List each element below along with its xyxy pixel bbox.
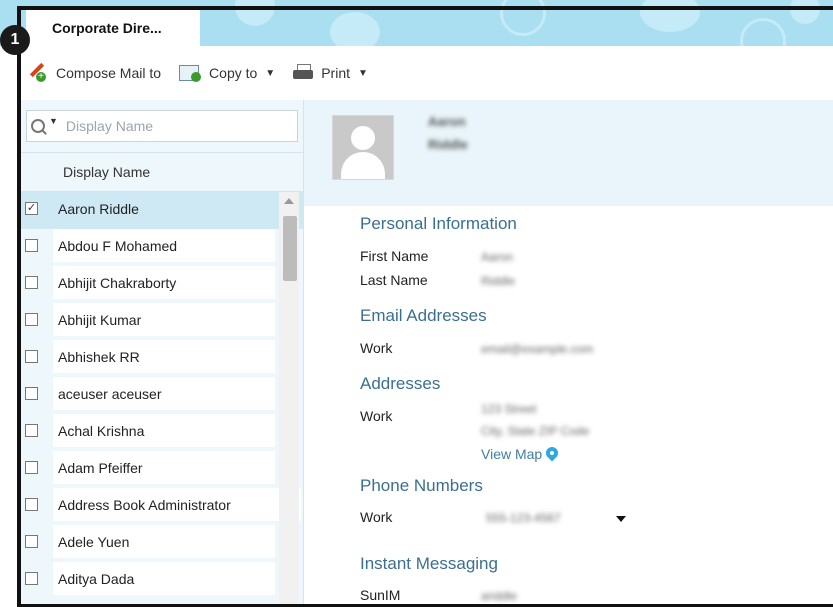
sunim-label: SunIM xyxy=(360,587,401,603)
callout-marker: 1 xyxy=(0,25,30,55)
compose-mail-label: Compose Mail to xyxy=(56,65,162,81)
contact-list-panel: ▼ Display Name ✓ Aaron Riddle Abdou F Moh… xyxy=(21,100,310,607)
section-title-email: Email Addresses xyxy=(360,306,487,325)
list-item-name: Aditya Dada xyxy=(53,562,275,595)
list-item-name: Aaron Riddle xyxy=(53,192,275,225)
row-checkbox[interactable]: ✓ xyxy=(25,202,38,215)
list-scrollbar[interactable] xyxy=(279,192,299,607)
list-item[interactable]: Address Book Administrator xyxy=(21,488,303,525)
row-checkbox[interactable] xyxy=(25,572,38,585)
avatar xyxy=(332,115,394,180)
printer-icon xyxy=(293,64,315,82)
list-item[interactable]: Abhijit Kumar xyxy=(21,303,303,340)
address-line-1: 123 Street xyxy=(481,402,537,416)
phone-options-dropdown-icon[interactable] xyxy=(616,516,626,522)
sunim-value: ariddle xyxy=(481,589,518,603)
map-pin-icon xyxy=(546,447,558,461)
row-checkbox[interactable] xyxy=(25,239,38,252)
scrollbar-thumb[interactable] xyxy=(283,216,297,281)
contact-list: ✓ Aaron Riddle Abdou F Mohamed Abhijit Ch… xyxy=(21,192,303,599)
copy-to-button[interactable]: Copy to ▼ xyxy=(179,64,275,82)
contact-last-name: Riddle xyxy=(428,137,468,152)
row-checkbox[interactable] xyxy=(25,313,38,326)
list-item[interactable]: Adele Yuen xyxy=(21,525,303,562)
contact-details: Personal Information First Name Aaron La… xyxy=(303,206,833,607)
list-item[interactable]: aceuser aceuser xyxy=(21,377,303,414)
list-item[interactable]: ✓ Aaron Riddle xyxy=(21,192,303,229)
view-map-label: View Map xyxy=(481,446,543,462)
last-name-value: Riddle xyxy=(481,274,516,288)
print-label: Print xyxy=(321,65,350,81)
chevron-down-icon: ▼ xyxy=(265,67,276,79)
person-icon xyxy=(351,126,375,150)
first-name-value: Aaron xyxy=(481,250,514,264)
list-item-name: Achal Krishna xyxy=(53,414,275,447)
row-checkbox[interactable] xyxy=(25,461,38,474)
compose-mail-button[interactable]: + Compose Mail to xyxy=(28,62,162,82)
list-item[interactable]: Abhishek RR xyxy=(21,340,303,377)
search-icon[interactable] xyxy=(31,119,45,133)
row-checkbox[interactable] xyxy=(25,535,38,548)
section-title-instant-messaging: Instant Messaging xyxy=(360,554,498,573)
list-item[interactable]: Abdou F Mohamed xyxy=(21,229,303,266)
search-box[interactable]: ▼ xyxy=(26,110,298,142)
contact-first-name: Aaron xyxy=(428,114,466,129)
row-checkbox[interactable] xyxy=(25,387,38,400)
list-item-name: Address Book Administrator xyxy=(53,488,301,521)
copy-to-label: Copy to xyxy=(209,65,258,81)
contact-card-icon xyxy=(179,64,203,82)
row-checkbox[interactable] xyxy=(25,424,38,437)
last-name-label: Last Name xyxy=(360,272,428,288)
row-checkbox[interactable] xyxy=(25,350,38,363)
row-checkbox[interactable] xyxy=(25,276,38,289)
email-work-label: Work xyxy=(360,340,393,356)
address-line-2: City, State ZIP Code xyxy=(481,424,590,438)
tab-corporate-directory[interactable]: Corporate Dire... xyxy=(26,10,200,46)
section-title-addresses: Addresses xyxy=(360,374,441,393)
phone-work-label: Work xyxy=(360,509,393,525)
chevron-down-icon: ▼ xyxy=(358,67,368,79)
section-title-personal-info: Personal Information xyxy=(360,214,517,233)
list-item-name: Adele Yuen xyxy=(53,525,275,558)
scroll-up-arrow-icon[interactable] xyxy=(284,198,294,204)
address-work-label: Work xyxy=(360,408,393,424)
email-work-value[interactable]: email@example.com xyxy=(481,342,593,356)
compose-icon: + xyxy=(28,62,50,82)
list-item[interactable]: Abhijit Chakraborty xyxy=(21,266,303,303)
toolbar: + Compose Mail to Copy to ▼ Print ▼ xyxy=(21,46,833,100)
first-name-label: First Name xyxy=(360,248,429,264)
list-item-name: Abhishek RR xyxy=(53,340,275,373)
phone-work-value: 555-123-4567 xyxy=(486,511,561,525)
contact-header: Aaron Riddle xyxy=(303,100,833,206)
list-header: Display Name xyxy=(21,152,303,192)
row-checkbox[interactable] xyxy=(25,498,38,511)
view-map-link[interactable]: View Map xyxy=(481,446,558,462)
list-item-name: Abhijit Chakraborty xyxy=(53,266,275,299)
list-item[interactable]: Adam Pfeiffer xyxy=(21,451,303,488)
search-options-dropdown-icon[interactable]: ▼ xyxy=(49,116,58,126)
print-button[interactable]: Print ▼ xyxy=(293,64,368,82)
section-title-phone: Phone Numbers xyxy=(360,476,483,495)
list-item[interactable]: Achal Krishna xyxy=(21,414,303,451)
search-input[interactable] xyxy=(63,117,278,135)
list-item[interactable]: Aditya Dada xyxy=(21,562,303,599)
list-item-name: aceuser aceuser xyxy=(53,377,275,410)
list-item-name: Abhijit Kumar xyxy=(53,303,275,336)
list-item-name: Adam Pfeiffer xyxy=(53,451,275,484)
column-header-display-name[interactable]: Display Name xyxy=(63,164,150,180)
list-item-name: Abdou F Mohamed xyxy=(53,229,275,262)
